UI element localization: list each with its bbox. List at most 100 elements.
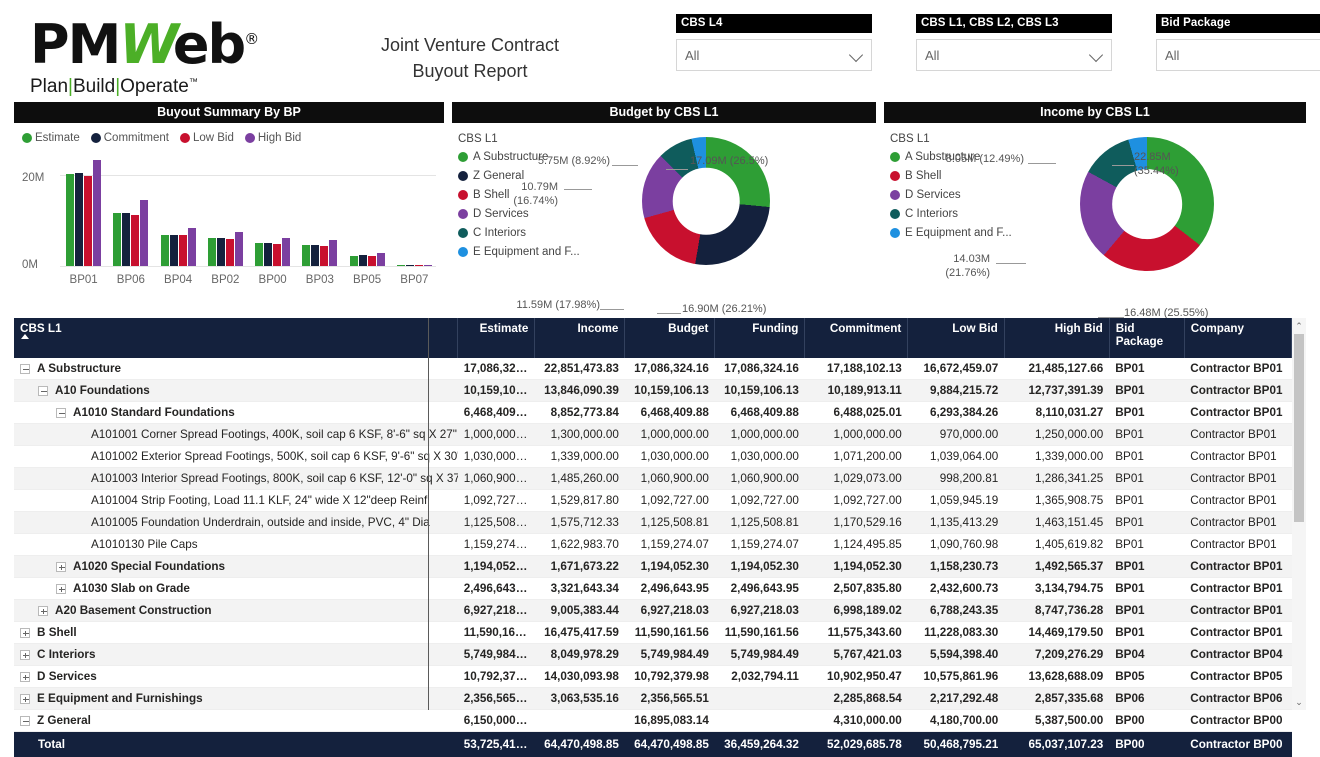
bar-bp00-high-bid[interactable]	[282, 238, 290, 266]
column-header-bid-package[interactable]: Bid Package	[1109, 318, 1184, 358]
bar-bp05-low-bid[interactable]	[368, 256, 376, 266]
table-header-row: CBS L1EstimateIncomeBudgetFundingCommitm…	[14, 318, 1292, 358]
bar-bp03-low-bid[interactable]	[320, 246, 328, 266]
bar-bp01-low-bid[interactable]	[84, 176, 92, 266]
table-row[interactable]: A101005 Foundation Underdrain, outside a…	[14, 512, 1292, 534]
bar-bp03-estimate[interactable]	[302, 245, 310, 266]
bar-bp05-estimate[interactable]	[350, 256, 358, 266]
expand-row-icon[interactable]	[56, 584, 66, 594]
row-label: A101001 Corner Spread Footings, 400K, so…	[91, 428, 458, 441]
expand-row-icon[interactable]	[20, 694, 30, 704]
bar-bp04-high-bid[interactable]	[188, 228, 196, 266]
bar-bp06-commitment[interactable]	[122, 213, 130, 266]
bar-bp02-low-bid[interactable]	[226, 239, 234, 266]
bar-bp07-low-bid[interactable]	[415, 265, 423, 266]
income-legend-item-4[interactable]: E Equipment and F...	[890, 227, 1012, 239]
income-legend-item-3[interactable]: C Interiors	[890, 208, 1012, 220]
table-row[interactable]: A Substructure17,086,324.1622,851,473.83…	[14, 358, 1292, 380]
bar-bp06-high-bid[interactable]	[140, 200, 148, 266]
bar-legend-item-commitment[interactable]: Commitment	[91, 132, 169, 144]
expand-row-icon[interactable]	[38, 606, 48, 616]
table-scrollbar[interactable]: ⌃ ⌄	[1292, 318, 1306, 710]
scroll-up-icon[interactable]: ⌃	[1292, 318, 1306, 334]
table-row[interactable]: A101003 Interior Spread Footings, 800K, …	[14, 468, 1292, 490]
bar-bp04-commitment[interactable]	[170, 235, 178, 266]
table-row[interactable]: A1020 Special Foundations1,194,052.301,6…	[14, 556, 1292, 578]
bar-bp01-high-bid[interactable]	[93, 160, 101, 266]
bar-bp07-high-bid[interactable]	[424, 265, 432, 266]
scroll-down-icon[interactable]: ⌄	[1292, 694, 1306, 710]
bar-bp04-low-bid[interactable]	[179, 235, 187, 266]
column-header-funding[interactable]: Funding	[715, 318, 805, 358]
y-axis-tick-0m: 0M	[22, 259, 38, 271]
cell-bid-package: BP01	[1109, 534, 1184, 556]
expand-row-icon[interactable]	[20, 650, 30, 660]
filter-cbs-l1-l2-l3-dropdown[interactable]: All	[916, 39, 1112, 71]
bar-bp07-estimate[interactable]	[397, 265, 405, 266]
bar-bp02-high-bid[interactable]	[235, 232, 243, 266]
bar-legend-label: Low Bid	[193, 132, 234, 144]
cell-high-bid: 8,110,031.27	[1004, 402, 1109, 424]
filter-cbs-l4-dropdown[interactable]: All	[676, 39, 872, 71]
income-leader-line-3	[1028, 163, 1056, 164]
bar-bp05-commitment[interactable]	[359, 255, 367, 266]
bar-bp01-commitment[interactable]	[75, 173, 83, 266]
column-header-income[interactable]: Income	[535, 318, 625, 358]
bar-bp05-high-bid[interactable]	[377, 253, 385, 266]
bar-bp02-commitment[interactable]	[217, 238, 225, 266]
table-row[interactable]: A101001 Corner Spread Footings, 400K, so…	[14, 424, 1292, 446]
table-row[interactable]: B Shell11,590,161.5616,475,417.5911,590,…	[14, 622, 1292, 644]
expand-row-icon[interactable]	[20, 628, 30, 638]
table-row[interactable]: A1030 Slab on Grade2,496,643.953,321,643…	[14, 578, 1292, 600]
collapse-row-icon[interactable]	[20, 364, 30, 374]
bar-legend-item-high-bid[interactable]: High Bid	[245, 132, 301, 144]
collapse-row-icon[interactable]	[38, 386, 48, 396]
table-row[interactable]: A101004 Strip Footing, Load 11.1 KLF, 24…	[14, 490, 1292, 512]
budget-data-label-4: 5.75M (8.92%)	[490, 155, 610, 169]
expand-row-icon[interactable]	[20, 672, 30, 682]
sort-ascending-icon[interactable]	[21, 334, 29, 339]
table-row[interactable]: A10 Foundations10,159,106.1313,846,090.3…	[14, 380, 1292, 402]
table-row[interactable]: Z General6,150,000.0016,895,083.144,310,…	[14, 710, 1292, 732]
bar-bp00-commitment[interactable]	[264, 243, 272, 266]
column-header-company[interactable]: Company	[1184, 318, 1291, 358]
income-legend-item-2[interactable]: D Services	[890, 189, 1012, 201]
bar-bp06-low-bid[interactable]	[131, 215, 139, 266]
column-header-commitment[interactable]: Commitment	[805, 318, 908, 358]
income-legend-item-1[interactable]: B Shell	[890, 170, 1012, 182]
budget-legend-item-3[interactable]: D Services	[458, 208, 580, 220]
column-header-estimate[interactable]: Estimate	[458, 318, 535, 358]
bar-bp01-estimate[interactable]	[66, 174, 74, 266]
column-header-cbs-l1[interactable]: CBS L1	[14, 318, 458, 358]
budget-legend-item-5[interactable]: E Equipment and F...	[458, 246, 580, 258]
bar-bp00-estimate[interactable]	[255, 243, 263, 266]
bar-legend-item-low-bid[interactable]: Low Bid	[180, 132, 234, 144]
budget-legend-item-4[interactable]: C Interiors	[458, 227, 580, 239]
table-row[interactable]: D Services10,792,379.9814,030,093.9810,7…	[14, 666, 1292, 688]
scrollbar-track[interactable]	[1292, 334, 1306, 694]
column-header-low-bid[interactable]: Low Bid	[908, 318, 1004, 358]
bar-bp03-commitment[interactable]	[311, 245, 319, 266]
table-row[interactable]: A20 Basement Construction6,927,218.039,0…	[14, 600, 1292, 622]
table-row[interactable]: A1010130 Pile Caps1,159,274.071,622,983.…	[14, 534, 1292, 556]
bar-bp00-low-bid[interactable]	[273, 244, 281, 266]
table-row[interactable]: A101002 Exterior Spread Footings, 500K, …	[14, 446, 1292, 468]
filter-bid-package-dropdown[interactable]: All	[1156, 39, 1320, 71]
table-row[interactable]: E Equipment and Furnishings2,356,565.513…	[14, 688, 1292, 710]
collapse-row-icon[interactable]	[20, 716, 30, 726]
bar-bp02-estimate[interactable]	[208, 238, 216, 266]
row-label: A20 Basement Construction	[55, 604, 212, 617]
bar-bp03-high-bid[interactable]	[329, 240, 337, 266]
cell-high-bid: 1,286,341.25	[1004, 468, 1109, 490]
bar-bp07-commitment[interactable]	[406, 265, 414, 266]
column-header-budget[interactable]: Budget	[625, 318, 715, 358]
bar-bp06-estimate[interactable]	[113, 213, 121, 266]
scrollbar-thumb[interactable]	[1294, 334, 1304, 522]
bar-bp04-estimate[interactable]	[161, 235, 169, 266]
bar-legend-item-estimate[interactable]: Estimate	[22, 132, 80, 144]
collapse-row-icon[interactable]	[56, 408, 66, 418]
column-header-high-bid[interactable]: High Bid	[1004, 318, 1109, 358]
table-row[interactable]: C Interiors5,749,984.498,049,978.295,749…	[14, 644, 1292, 666]
table-row[interactable]: A1010 Standard Foundations6,468,409.888,…	[14, 402, 1292, 424]
expand-row-icon[interactable]	[56, 562, 66, 572]
